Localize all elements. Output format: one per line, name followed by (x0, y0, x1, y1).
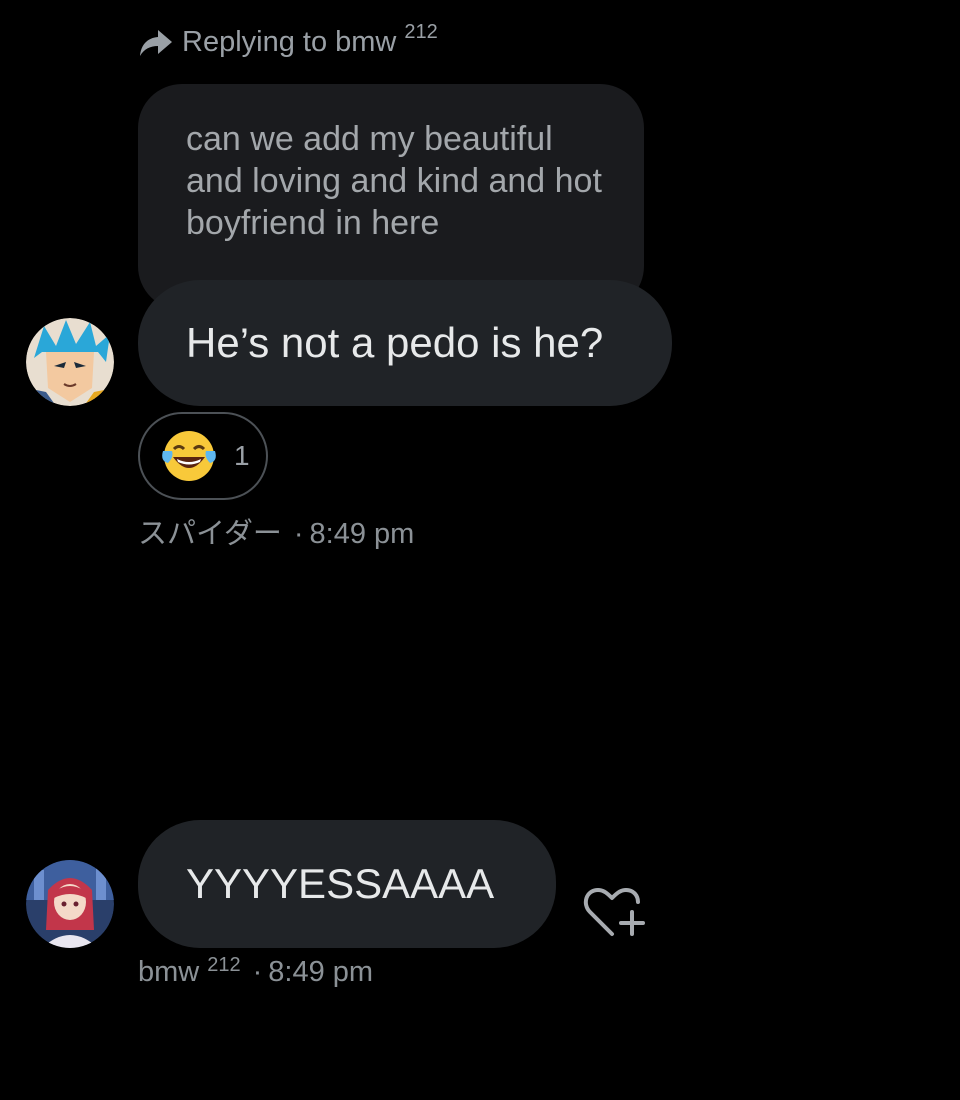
face-with-tears-of-joy-icon (162, 431, 216, 481)
message-text: YYYYESSAAAA (186, 860, 495, 907)
add-reaction-heart-icon[interactable] (582, 882, 650, 940)
message-meta: bmw 212 · 8:49 pm (138, 954, 374, 989)
meta-separator: · (293, 518, 304, 550)
meta-separator: · (252, 956, 263, 988)
reply-arrow-icon (138, 24, 174, 60)
avatar[interactable] (26, 318, 114, 406)
message-text: He’s not a pedo is he? (186, 319, 604, 366)
message-bubble[interactable]: YYYYESSAAAA (138, 820, 556, 948)
reaction-count: 1 (234, 440, 250, 471)
quoted-message-bubble[interactable]: can we add my beautiful and loving and k… (138, 84, 644, 310)
message-time: 8:49 pm (268, 956, 374, 988)
sender-name[interactable]: スパイダー (138, 510, 282, 552)
reply-header-superscript: 212 (404, 20, 438, 43)
message-time: 8:49 pm (309, 518, 415, 550)
avatar[interactable] (26, 860, 114, 948)
sender-name[interactable]: bmw (138, 956, 199, 989)
anime-character-avatar (26, 318, 114, 406)
reply-header-label: Replying to bmw (182, 25, 397, 58)
sender-superscript: 212 (207, 954, 241, 976)
message-bubble[interactable]: He’s not a pedo is he? (138, 280, 672, 406)
message-meta: スパイダー · 8:49 pm (138, 510, 414, 552)
reaction-pill[interactable]: 1 (138, 412, 268, 500)
reply-header[interactable]: Replying to bmw 212 (138, 20, 438, 62)
anime-girl-avatar (26, 860, 114, 948)
quoted-message-text: can we add my beautiful and loving and k… (186, 120, 602, 242)
